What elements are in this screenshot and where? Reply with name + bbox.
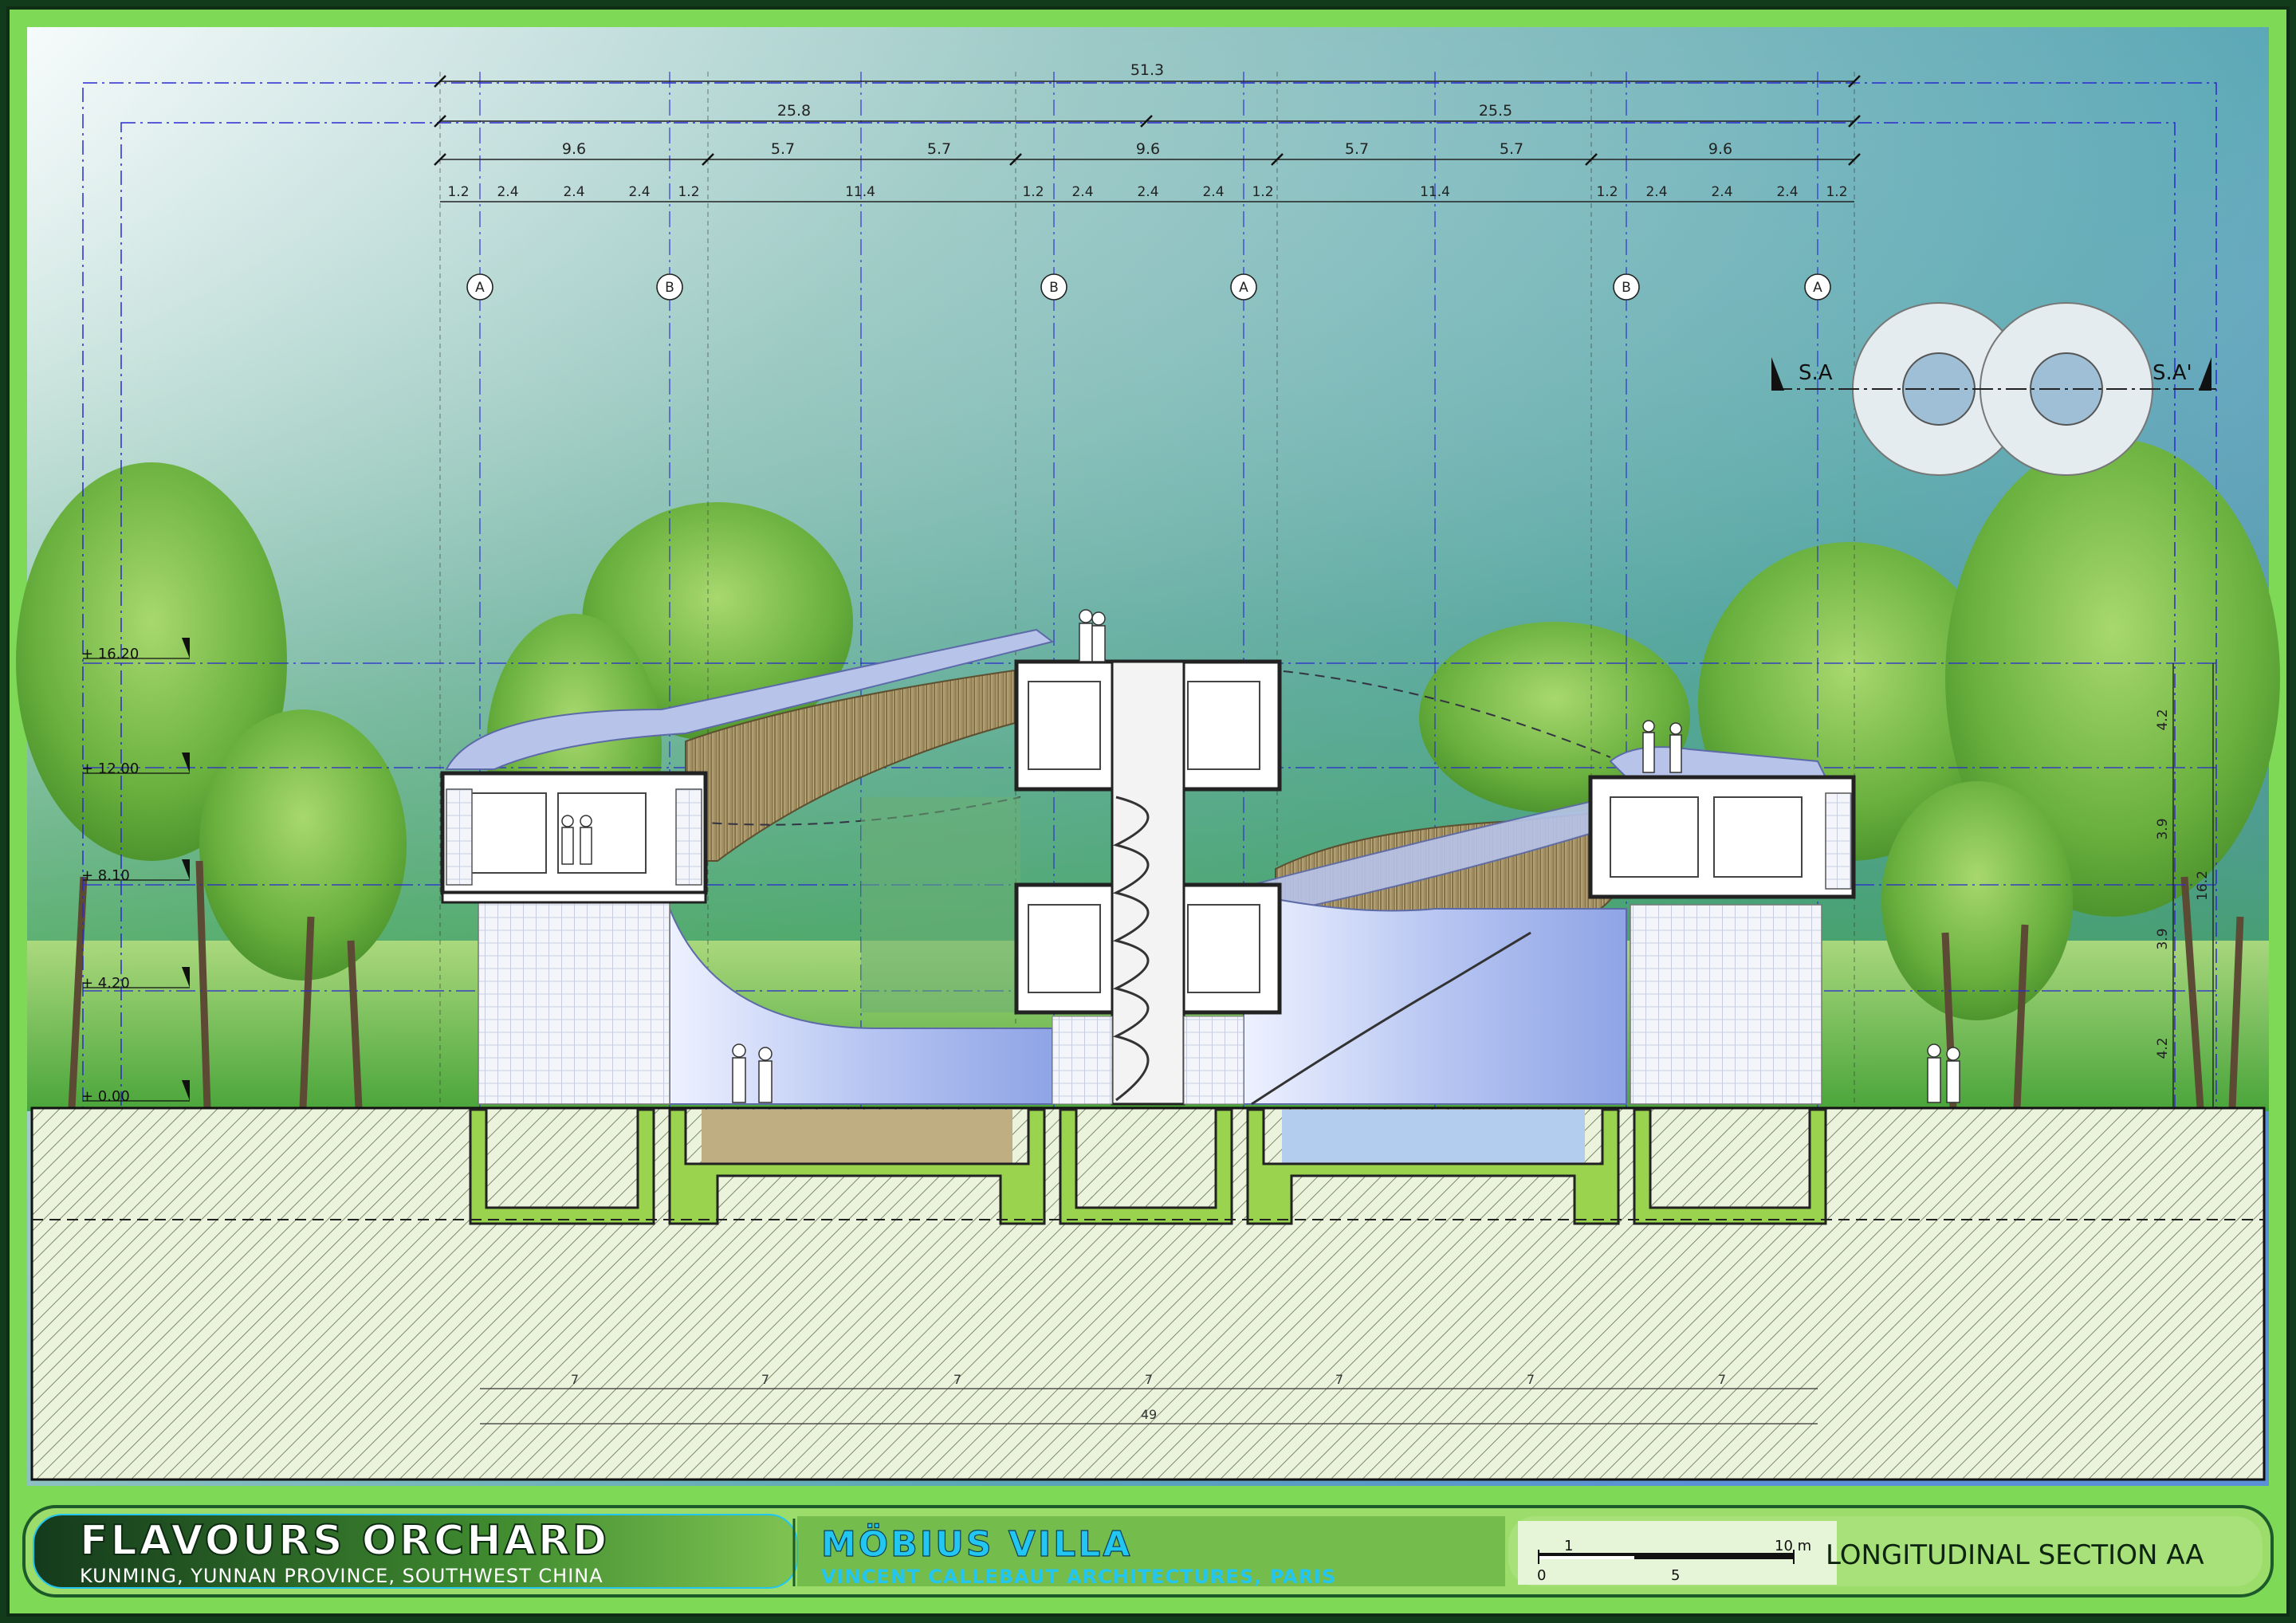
dim-height: 3.9	[2155, 928, 2171, 949]
dim-module: 1.2	[678, 184, 699, 200]
dim-bay: 7	[1145, 1372, 1153, 1387]
dim-height: 4.2	[2155, 1037, 2171, 1059]
dim-module: 11.4	[845, 184, 875, 200]
grid-bubble-label: B	[665, 280, 674, 296]
grid-bubble-label: A	[1239, 280, 1248, 296]
title-block: FLAVOURS ORCHARD KUNMING, YUNNAN PROVINC…	[22, 1505, 2274, 1597]
dim-module: 1.2	[1826, 184, 1847, 200]
dim-module: 2.4	[1071, 184, 1093, 200]
dim-segment: 5.7	[927, 140, 951, 158]
dim-overall: 51.3	[1130, 61, 1164, 79]
dim-half-right: 25.5	[1479, 102, 1512, 120]
scale-label: 5	[1671, 1567, 1680, 1584]
scale-label: 0	[1537, 1567, 1546, 1584]
person-figure	[1946, 1047, 1960, 1103]
scale-label: 1	[1564, 1538, 1573, 1554]
dim-module: 1.2	[1596, 184, 1618, 200]
dim-half-left: 25.8	[777, 102, 811, 120]
scale-label: 10 m	[1775, 1538, 1811, 1554]
dim-segment: 9.6	[1708, 140, 1732, 158]
architect-name: VINCENT CALLEBAUT ARCHITECTURES, PARIS	[821, 1566, 1336, 1588]
dim-module: 1.2	[1252, 184, 1273, 200]
person-figure	[1091, 611, 1106, 662]
grid-bubble-label: A	[475, 280, 485, 296]
building-name: MÖBIUS VILLA	[821, 1523, 1132, 1565]
level-label: + 8.10	[81, 867, 130, 884]
person-figure	[732, 1043, 746, 1103]
dim-bay: 7	[761, 1372, 769, 1387]
dim-bay: 7	[1718, 1372, 1726, 1387]
dim-height: 4.2	[2155, 709, 2171, 730]
dim-bay: 7	[953, 1372, 961, 1387]
person-figure	[561, 815, 574, 865]
level-label: + 0.00	[81, 1088, 130, 1105]
person-figure	[1642, 720, 1655, 773]
dim-bay: 7	[571, 1372, 579, 1387]
dim-bottom-total: 49	[1141, 1407, 1157, 1422]
level-label: + 16.20	[81, 646, 139, 662]
level-label: + 12.00	[81, 760, 139, 777]
dim-segment: 5.7	[1345, 140, 1369, 158]
section-mark-right: S.A'	[2152, 361, 2192, 385]
person-figure	[1927, 1043, 1941, 1103]
project-location: KUNMING, YUNNAN PROVINCE, SOUTHWEST CHIN…	[80, 1565, 603, 1587]
dim-module: 2.4	[1776, 184, 1798, 200]
dim-height-total: 16.2	[2195, 870, 2211, 901]
person-figure	[580, 815, 592, 865]
dim-module: 2.4	[1711, 184, 1732, 200]
section-mark-left: S.A	[1799, 361, 1833, 385]
dim-segment: 9.6	[1136, 140, 1160, 158]
grid-bubble-label: B	[1049, 280, 1059, 296]
drawing-title: LONGITUDINAL SECTION AA	[1826, 1539, 2204, 1571]
dim-bay: 7	[1527, 1372, 1535, 1387]
dim-segment: 9.6	[562, 140, 586, 158]
dim-module: 2.4	[497, 184, 518, 200]
person-figure	[758, 1047, 773, 1103]
dim-bay: 7	[1335, 1372, 1343, 1387]
person-figure	[1079, 609, 1093, 662]
dim-module: 1.2	[1022, 184, 1044, 200]
dim-module: 2.4	[1202, 184, 1224, 200]
dim-module: 2.4	[1645, 184, 1667, 200]
section-drawing-sheet: 51.3 25.8 25.5 9.6 5.7 5.7 9.6 5.7 5.7 9…	[0, 0, 2296, 1623]
dim-module: 1.2	[447, 184, 469, 200]
dim-segment: 5.7	[771, 140, 795, 158]
dim-module: 11.4	[1420, 184, 1450, 200]
dim-segment: 5.7	[1500, 140, 1523, 158]
person-figure	[1669, 722, 1682, 773]
dim-module: 2.4	[563, 184, 584, 200]
grid-bubble-label: B	[1622, 280, 1631, 296]
level-label: + 4.20	[81, 975, 130, 992]
dim-module: 2.4	[628, 184, 650, 200]
dim-height: 3.9	[2155, 818, 2171, 839]
grid-bubble-label: A	[1813, 280, 1822, 296]
dim-module: 2.4	[1137, 184, 1158, 200]
project-title: FLAVOURS ORCHARD	[80, 1517, 609, 1565]
